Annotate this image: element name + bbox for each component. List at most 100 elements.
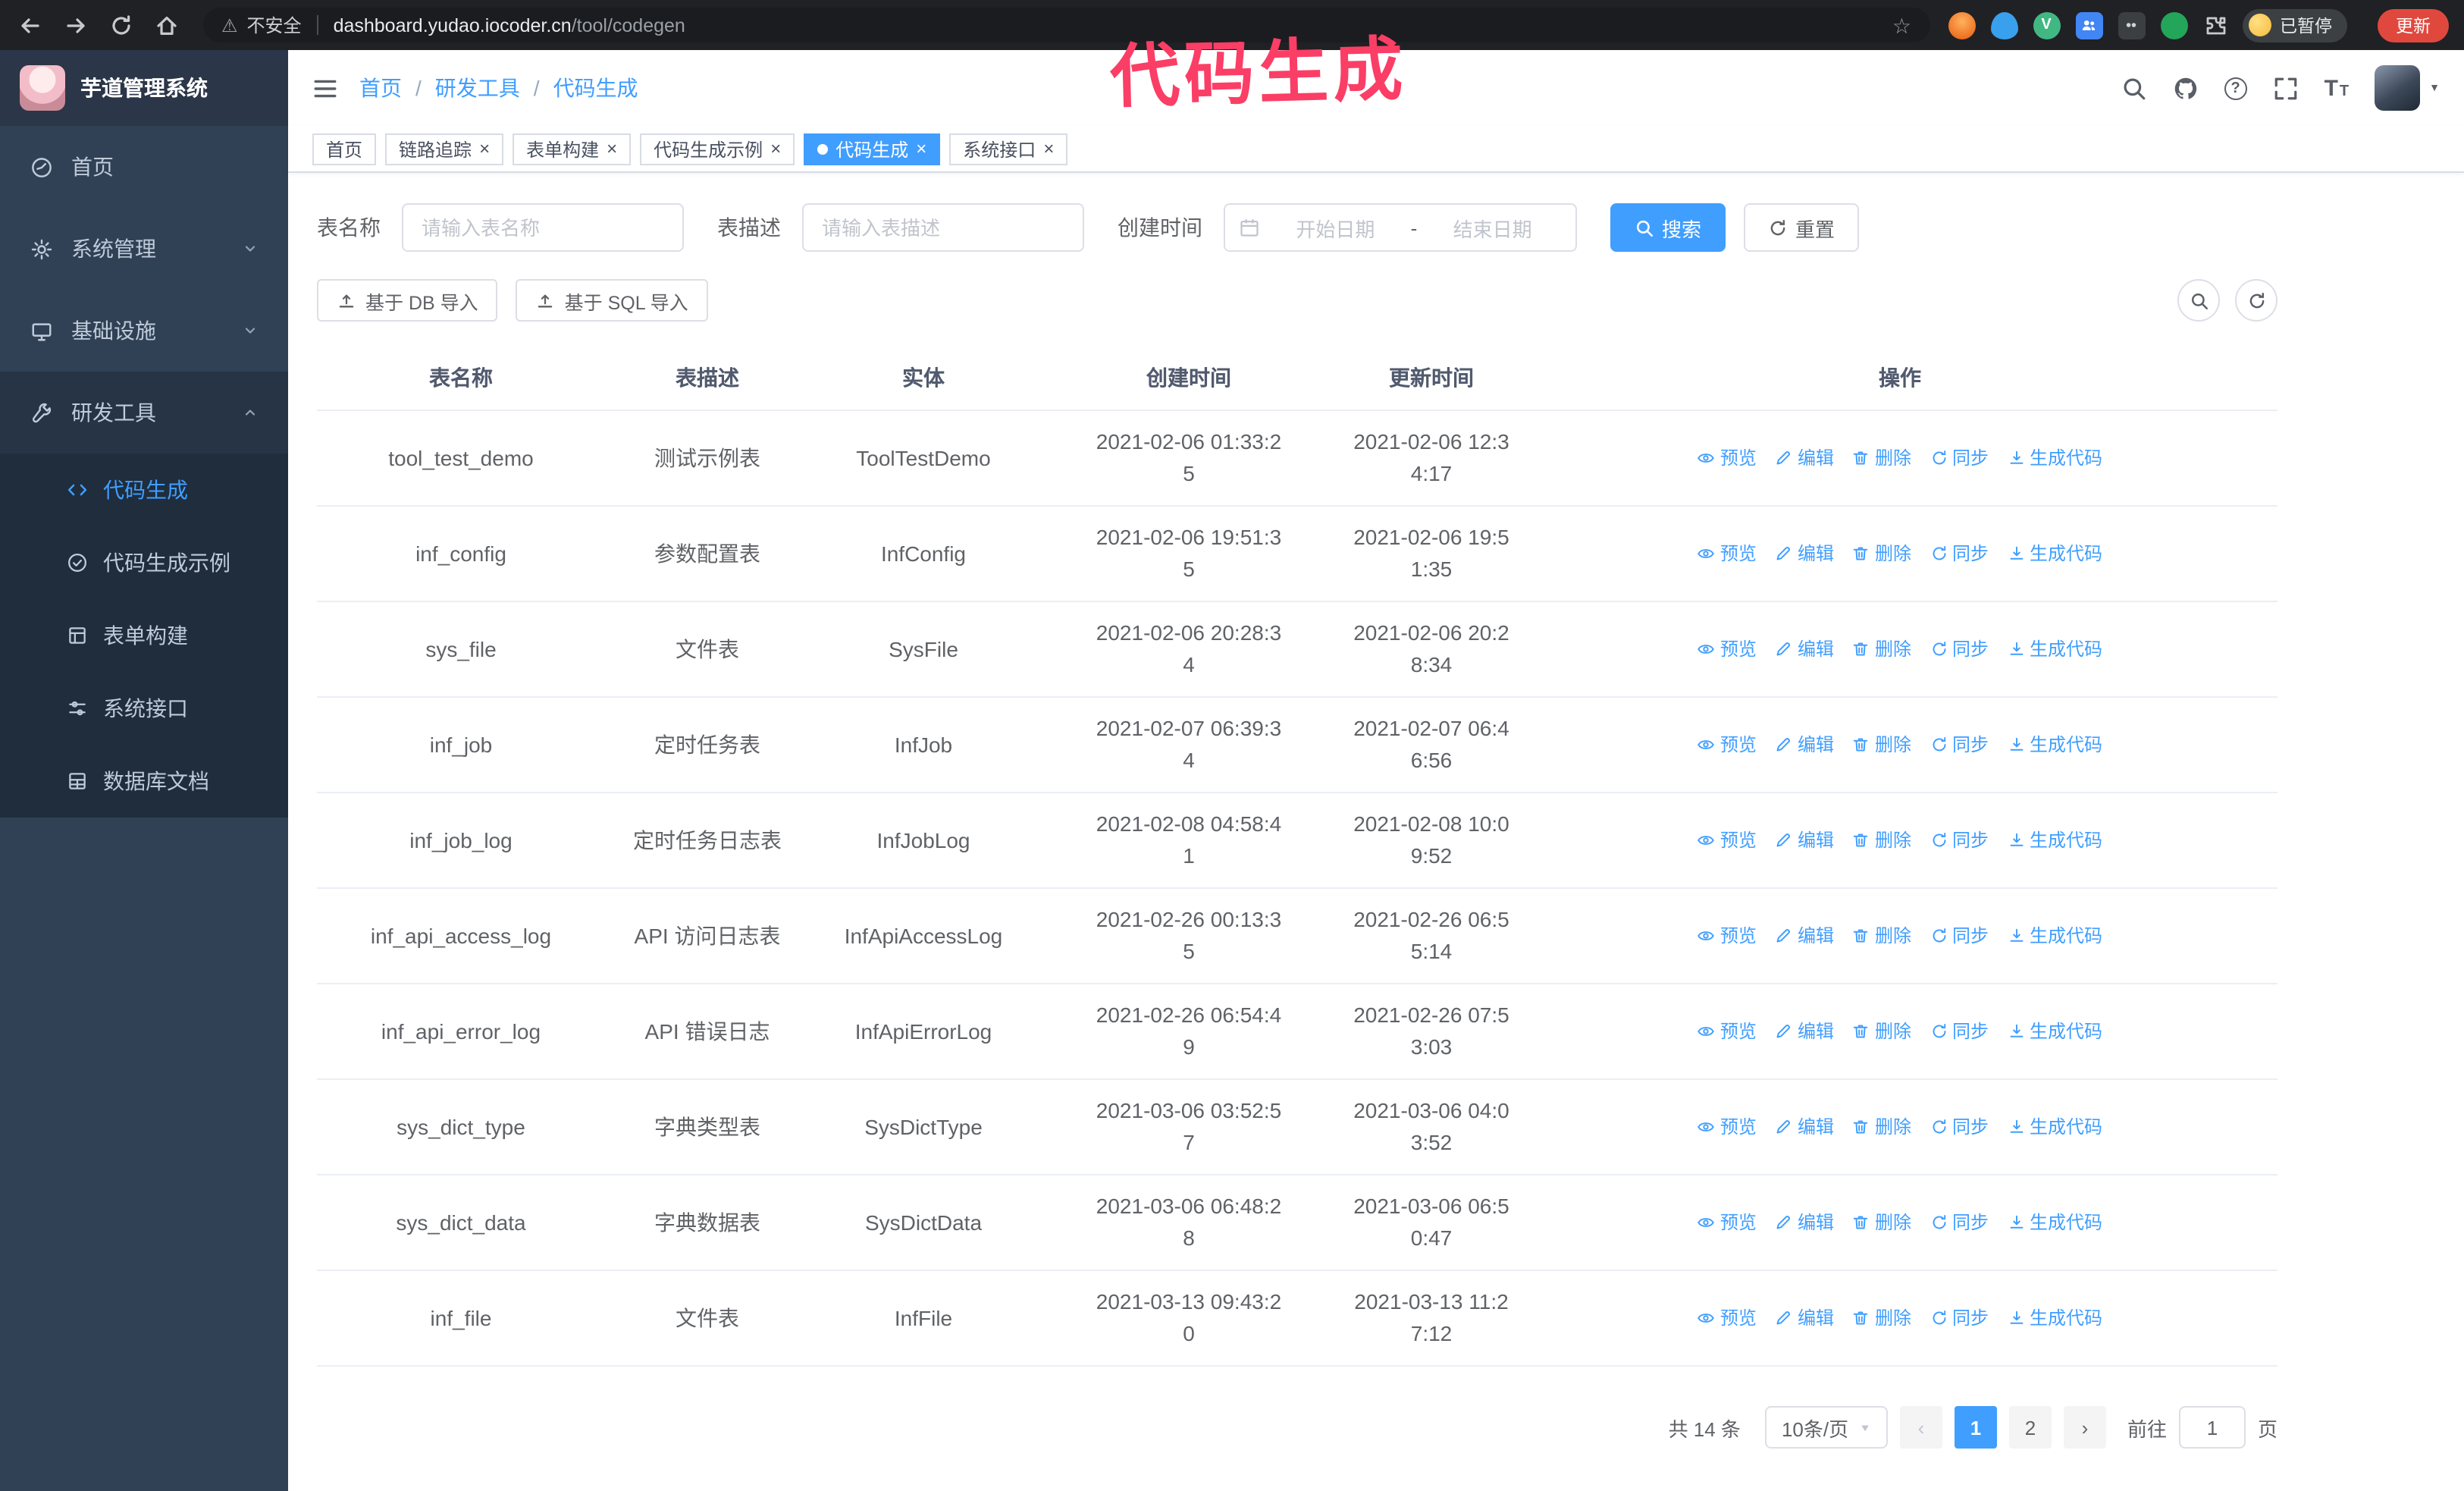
generate-code-link[interactable]: 生成代码: [2007, 540, 2102, 567]
extensions-puzzle-icon[interactable]: [2202, 13, 2227, 37]
close-icon[interactable]: ×: [1043, 140, 1054, 158]
forward-icon[interactable]: [64, 13, 88, 37]
tab-codegen-example[interactable]: 代码生成示例 ×: [640, 133, 795, 165]
delete-link[interactable]: 删除: [1852, 827, 1911, 854]
sync-link[interactable]: 同步: [1930, 731, 1989, 758]
sidebar-item-home[interactable]: 首页: [0, 126, 288, 208]
sidebar-item-form-builder[interactable]: 表单构建: [0, 599, 288, 672]
page-button-2[interactable]: 2: [2008, 1406, 2052, 1449]
generate-code-link[interactable]: 生成代码: [2007, 636, 2102, 663]
delete-link[interactable]: 删除: [1852, 1304, 1911, 1332]
sidebar-item-codegen[interactable]: 代码生成: [0, 454, 288, 526]
page-size-select[interactable]: 10条/页 ▼: [1764, 1406, 1888, 1449]
breadcrumb-home[interactable]: 首页: [359, 73, 402, 103]
sync-link[interactable]: 同步: [1930, 540, 1989, 567]
address-bar[interactable]: ⚠ 不安全 dashboard.yudao.iocoder.cn/tool/co…: [203, 8, 1930, 42]
sidebar-item-codegen-example[interactable]: 代码生成示例: [0, 526, 288, 599]
prev-page-button[interactable]: ‹: [1899, 1406, 1942, 1449]
preview-link[interactable]: 预览: [1698, 444, 1757, 472]
edit-link[interactable]: 编辑: [1775, 1304, 1834, 1332]
edit-link[interactable]: 编辑: [1775, 540, 1834, 567]
extension-icon-vue-devtools[interactable]: V: [2033, 11, 2060, 39]
generate-code-link[interactable]: 生成代码: [2007, 1209, 2102, 1236]
sidebar-item-infrastructure[interactable]: 基础设施: [0, 290, 288, 372]
sync-link[interactable]: 同步: [1930, 1209, 1989, 1236]
generate-code-link[interactable]: 生成代码: [2007, 1113, 2102, 1141]
goto-page-input[interactable]: [2178, 1406, 2246, 1449]
search-button[interactable]: 搜索: [1610, 203, 1726, 252]
sidebar-item-system[interactable]: 系统管理: [0, 208, 288, 290]
date-range-picker[interactable]: 开始日期 - 结束日期: [1224, 203, 1577, 252]
sync-link[interactable]: 同步: [1930, 636, 1989, 663]
close-icon[interactable]: ×: [607, 140, 617, 158]
refresh-table-button[interactable]: [2235, 279, 2277, 322]
preview-link[interactable]: 预览: [1698, 1018, 1757, 1045]
generate-code-link[interactable]: 生成代码: [2007, 1304, 2102, 1332]
delete-link[interactable]: 删除: [1852, 1018, 1911, 1045]
breadcrumb-devtools[interactable]: 研发工具: [435, 73, 520, 103]
edit-link[interactable]: 编辑: [1775, 444, 1834, 472]
sidebar-item-db-doc[interactable]: 数据库文档: [0, 745, 288, 818]
delete-link[interactable]: 删除: [1852, 1113, 1911, 1141]
extension-icon-drop[interactable]: [1990, 11, 2017, 39]
sync-link[interactable]: 同步: [1930, 827, 1989, 854]
edit-link[interactable]: 编辑: [1775, 1113, 1834, 1141]
edit-link[interactable]: 编辑: [1775, 731, 1834, 758]
tab-codegen[interactable]: 代码生成 ×: [804, 133, 941, 165]
sidebar-item-system-api[interactable]: 系统接口: [0, 672, 288, 745]
reset-button[interactable]: 重置: [1744, 203, 1860, 252]
extension-icon-leaf[interactable]: [2160, 11, 2187, 39]
delete-link[interactable]: 删除: [1852, 444, 1911, 472]
edit-link[interactable]: 编辑: [1775, 1018, 1834, 1045]
font-size-icon[interactable]: TT: [2324, 75, 2350, 101]
close-icon[interactable]: ×: [770, 140, 781, 158]
generate-code-link[interactable]: 生成代码: [2007, 922, 2102, 950]
extension-icon-fox[interactable]: [1948, 11, 1975, 39]
extension-icon-tampermonkey[interactable]: [2118, 11, 2145, 39]
page-button-1[interactable]: 1: [1954, 1406, 1997, 1449]
sync-link[interactable]: 同步: [1930, 1304, 1989, 1332]
import-db-button[interactable]: 基于 DB 导入: [317, 279, 498, 322]
generate-code-link[interactable]: 生成代码: [2007, 444, 2102, 472]
edit-link[interactable]: 编辑: [1775, 827, 1834, 854]
preview-link[interactable]: 预览: [1698, 731, 1757, 758]
edit-link[interactable]: 编辑: [1775, 922, 1834, 950]
profile-paused-badge[interactable]: 已暂停: [2242, 8, 2347, 42]
home-icon[interactable]: [155, 13, 179, 37]
fullscreen-icon[interactable]: [2273, 75, 2299, 101]
table-desc-input[interactable]: [802, 203, 1084, 252]
bookmark-star-icon[interactable]: ☆: [1892, 14, 1911, 36]
extension-icon-contacts[interactable]: [2075, 11, 2102, 39]
next-page-button[interactable]: ›: [2063, 1406, 2106, 1449]
search-icon[interactable]: [2121, 75, 2147, 101]
reload-icon[interactable]: [109, 13, 133, 37]
close-icon[interactable]: ×: [479, 140, 490, 158]
delete-link[interactable]: 删除: [1852, 540, 1911, 567]
preview-link[interactable]: 预览: [1698, 1304, 1757, 1332]
toggle-search-button[interactable]: [2177, 279, 2220, 322]
sidebar-item-devtools[interactable]: 研发工具: [0, 372, 288, 454]
delete-link[interactable]: 删除: [1852, 731, 1911, 758]
preview-link[interactable]: 预览: [1698, 827, 1757, 854]
chrome-update-button[interactable]: 更新: [2378, 8, 2449, 42]
delete-link[interactable]: 删除: [1852, 922, 1911, 950]
github-icon[interactable]: [2173, 75, 2199, 101]
generate-code-link[interactable]: 生成代码: [2007, 827, 2102, 854]
back-icon[interactable]: [18, 13, 42, 37]
generate-code-link[interactable]: 生成代码: [2007, 731, 2102, 758]
tab-form-builder[interactable]: 表单构建 ×: [513, 133, 632, 165]
sidebar-fold-icon[interactable]: [312, 75, 338, 101]
preview-link[interactable]: 预览: [1698, 1209, 1757, 1236]
delete-link[interactable]: 删除: [1852, 1209, 1911, 1236]
generate-code-link[interactable]: 生成代码: [2007, 1018, 2102, 1045]
tab-system-api[interactable]: 系统接口 ×: [949, 133, 1068, 165]
preview-link[interactable]: 预览: [1698, 922, 1757, 950]
edit-link[interactable]: 编辑: [1775, 636, 1834, 663]
sync-link[interactable]: 同步: [1930, 1018, 1989, 1045]
edit-link[interactable]: 编辑: [1775, 1209, 1834, 1236]
sync-link[interactable]: 同步: [1930, 444, 1989, 472]
sync-link[interactable]: 同步: [1930, 922, 1989, 950]
import-sql-button[interactable]: 基于 SQL 导入: [516, 279, 708, 322]
close-icon[interactable]: ×: [916, 140, 926, 158]
preview-link[interactable]: 预览: [1698, 636, 1757, 663]
